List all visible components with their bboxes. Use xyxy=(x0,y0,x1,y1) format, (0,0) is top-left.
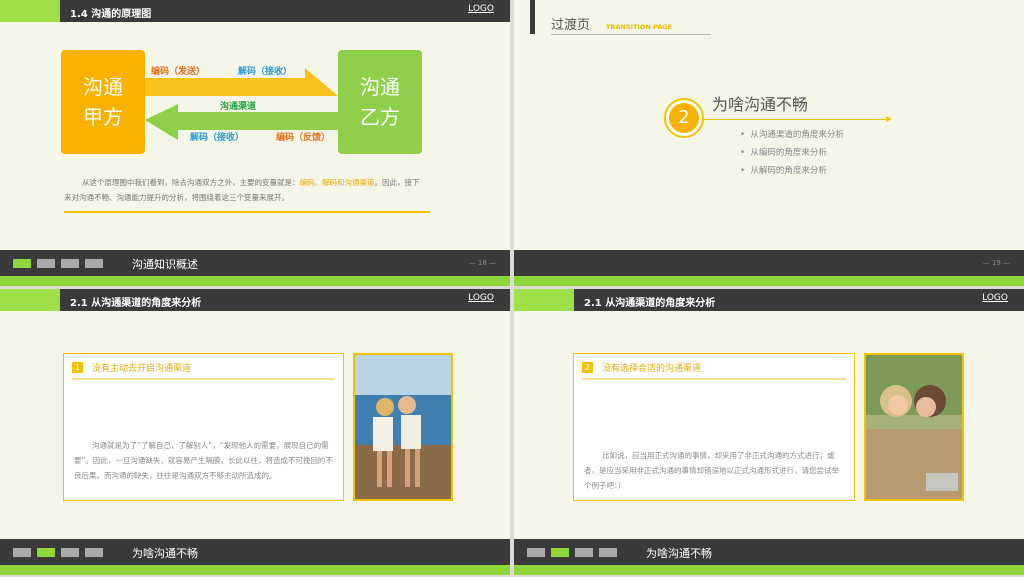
label-encode-feedback: 编码（反馈） xyxy=(276,133,331,143)
label-channel: 沟通渠道 xyxy=(220,102,257,112)
footer-title: 为啥沟通不畅 xyxy=(132,547,198,560)
nav-dot-3[interactable] xyxy=(575,548,593,557)
bullet-item-2: • 从编码的角度来分析 xyxy=(740,148,827,158)
header-accent xyxy=(514,289,574,311)
transition-title: 过渡页 xyxy=(551,18,591,33)
bullet-text-3: 从解码的角度来分析 xyxy=(750,166,827,176)
card-title: 没有选择合适的沟通渠道 xyxy=(602,364,702,374)
party-b-label: 沟通乙方 xyxy=(360,75,400,129)
page-number: — 19 — xyxy=(982,259,1010,267)
bullet-item-3: • 从解码的角度来分析 xyxy=(740,166,827,176)
card-text: 比如说，应当用正式沟通的事情，却采用了非正式沟通的方式进行；或者，是应当采用非正… xyxy=(584,451,839,490)
footer-bar: 为啥沟通不畅 xyxy=(514,539,1024,575)
header-accent xyxy=(0,0,60,22)
whisper-photo xyxy=(866,355,962,499)
footer-title: 沟通知识概述 xyxy=(132,258,198,271)
title-arrow-line xyxy=(704,119,888,120)
nav-dot-4[interactable] xyxy=(85,548,103,557)
party-a-label: 沟通甲方 xyxy=(83,75,123,129)
header-title: 1.4 沟通的原理图 xyxy=(70,9,152,20)
content-card: 2 没有选择合适的沟通渠道 比如说，应当用正式沟通的事情，却采用了非正式沟通的方… xyxy=(573,353,855,501)
header-underline xyxy=(551,34,711,35)
nav-dot-4[interactable] xyxy=(599,548,617,557)
nav-dot-3[interactable] xyxy=(61,259,79,268)
arrow-head-icon xyxy=(886,116,892,122)
nav-dot-2[interactable] xyxy=(37,259,55,268)
nav-dot-2[interactable] xyxy=(37,548,55,557)
slide-channel-2[interactable]: 2.1 从沟通渠道的角度来分析 LOGO 2 没有选择合适的沟通渠道 比如说，应… xyxy=(514,289,1024,575)
beach-photo xyxy=(355,355,451,499)
bullet-item-1: • 从沟通渠道的角度来分析 xyxy=(740,130,844,140)
nav-dot-1[interactable] xyxy=(13,259,31,268)
header-bar: 1.4 沟通的原理图 LOGO xyxy=(0,0,510,22)
photo-whispering xyxy=(864,353,964,501)
label-decode-receive: 解码（接收） xyxy=(238,67,293,77)
logo: LOGO xyxy=(468,293,494,303)
card-title-underline xyxy=(72,378,335,380)
card-number: 2 xyxy=(582,362,593,373)
bullet-text-2: 从编码的角度来分析 xyxy=(750,148,827,158)
header-accent xyxy=(0,289,60,311)
footer-bar: 为啥沟通不畅 xyxy=(0,539,510,575)
card-title: 没有主动去开启沟通渠道 xyxy=(92,364,192,374)
header-title: 2.1 从沟通渠道的角度来分析 xyxy=(70,298,202,309)
footer-accent xyxy=(514,276,1024,286)
explanation-paragraph: 从这个原理图中我们看到，除去沟通双方之外，主要的变量就是：编码、解码和沟通渠道。… xyxy=(64,175,424,205)
header-bar: 2.1 从沟通渠道的角度来分析 LOGO xyxy=(514,289,1024,311)
header-title: 2.1 从沟通渠道的角度来分析 xyxy=(584,298,716,309)
card-text: 沟通就是为了“了解自己，了解别人”，“发现他人的需要，展现自己的需要”。因此，一… xyxy=(74,441,333,480)
party-a-box: 沟通甲方 xyxy=(61,50,145,154)
footer-accent xyxy=(0,276,510,286)
header-marker xyxy=(530,0,535,34)
card-title-underline xyxy=(582,378,846,380)
label-decode-receive-2: 解码（接收） xyxy=(190,133,245,143)
slide-19[interactable]: 过渡页 TRANSITION PAGE 2 为啥沟通不畅 • 从沟通渠道的角度来… xyxy=(514,0,1024,286)
footer-bar: — 19 — xyxy=(514,250,1024,286)
number-ring: 2 xyxy=(664,98,704,138)
transition-subtitle: TRANSITION PAGE xyxy=(606,23,673,31)
section-title: 为啥沟通不畅 xyxy=(712,95,809,114)
bullet-text-1: 从沟通渠道的角度来分析 xyxy=(750,130,844,140)
logo: LOGO xyxy=(982,293,1008,303)
nav-dot-3[interactable] xyxy=(61,548,79,557)
content-card: 1 没有主动去开启沟通渠道 沟通就是为了“了解自己，了解别人”，“发现他人的需要… xyxy=(63,353,344,501)
nav-dot-1[interactable] xyxy=(527,548,545,557)
photo-kids-kissing xyxy=(353,353,453,501)
paragraph-highlight: 编码、解码和沟通渠道 xyxy=(299,178,375,187)
slide-channel-1[interactable]: 2.1 从沟通渠道的角度来分析 LOGO 1 没有主动去开启沟通渠道 沟通就是为… xyxy=(0,289,510,575)
header-bar: 2.1 从沟通渠道的角度来分析 LOGO xyxy=(0,289,510,311)
divider xyxy=(64,211,430,213)
nav-dot-4[interactable] xyxy=(85,259,103,268)
bullet-list: • 从沟通渠道的角度来分析 • 从编码的角度来分析 • 从解码的角度来分析 xyxy=(740,126,844,180)
paragraph-pre: 从这个原理图中我们看到，除去沟通双方之外，主要的变量就是： xyxy=(82,178,300,187)
card-number: 1 xyxy=(72,362,83,373)
footer-accent xyxy=(0,565,510,575)
footer-title: 为啥沟通不畅 xyxy=(646,547,712,560)
logo: LOGO xyxy=(468,4,494,14)
footer-bar: 沟通知识概述 — 18 — xyxy=(0,250,510,286)
page-number: — 18 — xyxy=(468,259,496,267)
slide-18[interactable]: 1.4 沟通的原理图 LOGO 沟通甲方 沟通乙方 编码（发送） 解码（接收） … xyxy=(0,0,510,286)
label-encode-send: 编码（发送） xyxy=(151,67,206,77)
nav-dot-2[interactable] xyxy=(551,548,569,557)
footer-accent xyxy=(514,565,1024,575)
section-number: 2 xyxy=(669,103,699,133)
nav-dot-1[interactable] xyxy=(13,548,31,557)
party-b-box: 沟通乙方 xyxy=(338,50,422,154)
